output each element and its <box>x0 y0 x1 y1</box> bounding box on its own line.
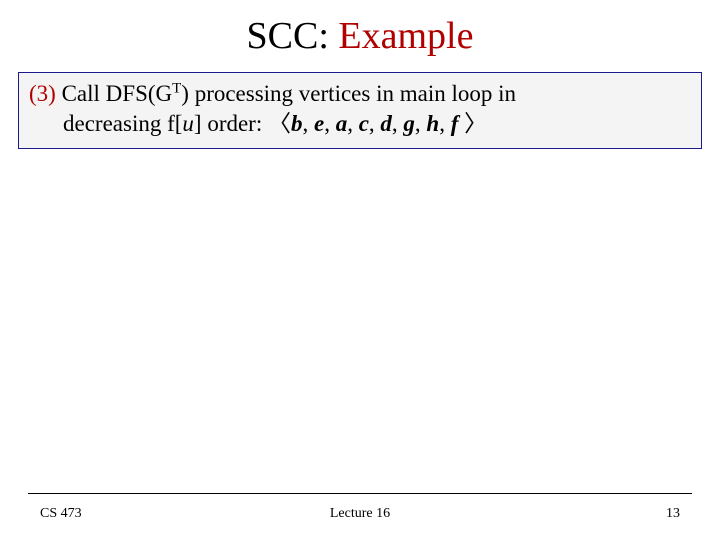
step-text-open: (G <box>148 81 172 106</box>
seq-sep: , <box>347 111 359 136</box>
superscript-t: T <box>172 80 181 96</box>
step-text-close: ) processing vertices in main loop in <box>181 81 516 106</box>
footer-right: 13 <box>666 506 680 522</box>
footer-center: Lecture 16 <box>0 506 720 522</box>
seq-sep: , <box>302 111 314 136</box>
line2-pre: decreasing f[ <box>63 111 182 136</box>
slide: SCC: Example (3) Call DFS(GT) processing… <box>0 0 720 540</box>
seq-sep: , <box>324 111 336 136</box>
seq-h: h <box>426 111 439 136</box>
seq-a: a <box>336 111 348 136</box>
seq-g: g <box>403 111 415 136</box>
seq-b: b <box>291 111 303 136</box>
line2-u: u <box>182 111 194 136</box>
seq-sep: , <box>369 111 381 136</box>
seq-sep: , <box>392 111 404 136</box>
dfs-label: DFS <box>106 81 148 106</box>
step-line2: decreasing f[u] order: 〈b, e, a, c, d, g… <box>29 109 691 139</box>
step-text-pre: Call <box>56 81 106 106</box>
seq-sep: , <box>439 111 451 136</box>
step-box: (3) Call DFS(GT) processing vertices in … <box>18 72 702 149</box>
slide-title: SCC: Example <box>0 0 720 66</box>
seq-sep: , <box>415 111 427 136</box>
footer-rule <box>28 493 692 494</box>
footer: CS 473 Lecture 16 13 <box>0 502 720 522</box>
angle-close: 〉 <box>464 111 487 136</box>
title-part2: Example <box>338 15 473 57</box>
line2-mid: ] order: <box>194 111 268 136</box>
seq-e: e <box>314 111 324 136</box>
seq-d: d <box>380 111 392 136</box>
seq-c: c <box>359 111 369 136</box>
title-part1: SCC: <box>247 15 339 57</box>
step-number: (3) <box>29 81 56 106</box>
angle-open: 〈 <box>268 111 291 136</box>
